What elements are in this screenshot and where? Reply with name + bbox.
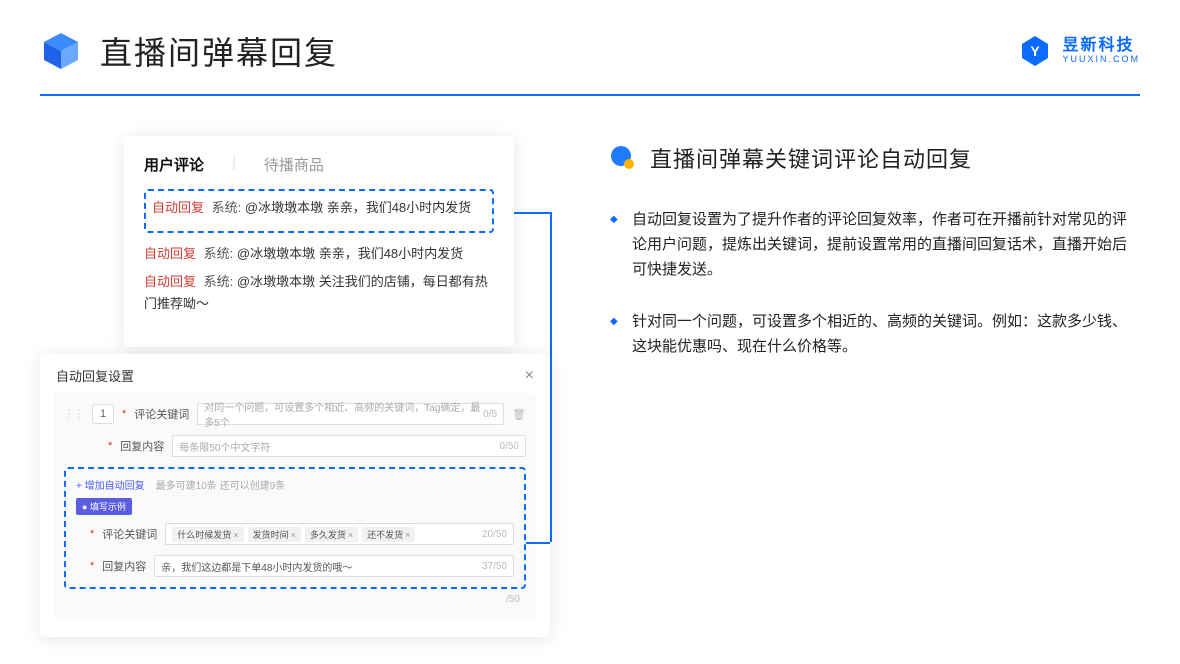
section-title: 直播间弹幕关键词评论自动回复: [650, 142, 972, 174]
connector-line: [526, 542, 550, 544]
example-keyword-input[interactable]: 什么时候发货× 发货时间× 多久发货× 还不发货× 20/50: [165, 523, 514, 545]
keyword-label: 评论关键词: [134, 406, 189, 422]
brand-block: Y 昱新科技 YUUXIN.COM: [1018, 34, 1140, 68]
comments-panel: 用户评论 | 待播商品 自动回复 系统: @冰墩墩本墩 亲亲，我们48小时内发货…: [124, 136, 514, 347]
example-content-label: 回复内容: [102, 558, 146, 574]
keyword-placeholder: 对同一个问题，可设置多个相近、高频的关键词，Tag确定，最多5个: [204, 399, 483, 429]
svg-text:Y: Y: [1031, 43, 1041, 59]
comment-text: @冰墩墩本墩 亲亲，我们48小时内发货: [245, 200, 471, 215]
keyword-counter: 0/5: [483, 409, 497, 420]
comment-text: @冰墩墩本墩 亲亲，我们48小时内发货: [237, 246, 463, 261]
auto-reply-tag: 自动回复: [144, 274, 196, 289]
delete-icon[interactable]: 🗑: [512, 408, 526, 421]
example-badge: ● 填写示例: [76, 498, 132, 515]
keyword-tag[interactable]: 多久发货×: [305, 527, 358, 542]
content-placeholder: 每条限50个中文字符: [179, 439, 270, 454]
tab-user-comments[interactable]: 用户评论: [144, 154, 204, 175]
settings-panel: 自动回复设置 × ⋮⋮ 1 * 评论关键词 对同一个问题，可设置多个相近、高频的…: [40, 354, 550, 637]
brand-logo-icon: Y: [1018, 34, 1052, 68]
settings-title: 自动回复设置: [56, 366, 134, 385]
connector-line: [550, 212, 552, 542]
add-auto-reply-link[interactable]: + 增加自动回复: [76, 481, 145, 492]
chat-bubble-icon: [610, 145, 636, 171]
index-box: 1: [92, 404, 114, 424]
extra-counter: /50: [506, 594, 520, 605]
example-content-input[interactable]: 亲，我们这边都是下单48小时内发货的哦～ 37/50: [154, 555, 514, 577]
example-keyword-label: 评论关键词: [102, 526, 157, 542]
auto-reply-tag: 自动回复: [152, 200, 204, 215]
keyword-tag[interactable]: 还不发货×: [362, 527, 415, 542]
bullet-item: 针对同一个问题，可设置多个相近的、高频的关键词。例如：这款多少钱、这块能优惠吗、…: [610, 310, 1140, 360]
connector-line: [514, 212, 550, 214]
keyword-tag[interactable]: 发货时间×: [248, 527, 301, 542]
system-label: 系统:: [204, 274, 234, 289]
add-hint: 最多可建10条 还可以创建9条: [156, 481, 285, 492]
example-content-value: 亲，我们这边都是下单48小时内发货的哦～: [161, 559, 352, 574]
required-star: *: [108, 440, 112, 452]
brand-sub: YUUXIN.COM: [1062, 55, 1140, 65]
page-title: 直播间弹幕回复: [100, 28, 338, 74]
drag-handle-icon[interactable]: ⋮⋮: [64, 409, 84, 420]
keyword-input[interactable]: 对同一个问题，可设置多个相近、高频的关键词，Tag确定，最多5个 0/5: [197, 403, 504, 425]
cube-logo-icon: [40, 30, 82, 72]
brand-name: 昱新科技: [1062, 37, 1140, 55]
tab-pending-goods[interactable]: 待播商品: [264, 154, 324, 175]
highlighted-comment: 自动回复 系统: @冰墩墩本墩 亲亲，我们48小时内发货: [144, 189, 494, 233]
system-label: 系统:: [204, 246, 234, 261]
example-section: + 增加自动回复 最多可建10条 还可以创建9条 ● 填写示例 * 评论关键词 …: [64, 467, 526, 589]
system-label: 系统:: [212, 200, 242, 215]
required-star: *: [90, 560, 94, 572]
example-kw-counter: 20/50: [482, 529, 507, 540]
keyword-tag[interactable]: 什么时候发货×: [172, 527, 243, 542]
content-counter: 0/50: [500, 441, 519, 452]
close-icon[interactable]: ×: [525, 367, 534, 385]
required-star: *: [122, 408, 126, 420]
example-ct-counter: 37/50: [482, 561, 507, 572]
tab-divider: |: [232, 154, 236, 175]
required-star: *: [90, 528, 94, 540]
bullet-item: 自动回复设置为了提升作者的评论回复效率，作者可在开播前针对常见的评论用户问题，提…: [610, 208, 1140, 282]
content-input[interactable]: 每条限50个中文字符 0/50: [172, 435, 526, 457]
content-label: 回复内容: [120, 438, 164, 454]
auto-reply-tag: 自动回复: [144, 246, 196, 261]
